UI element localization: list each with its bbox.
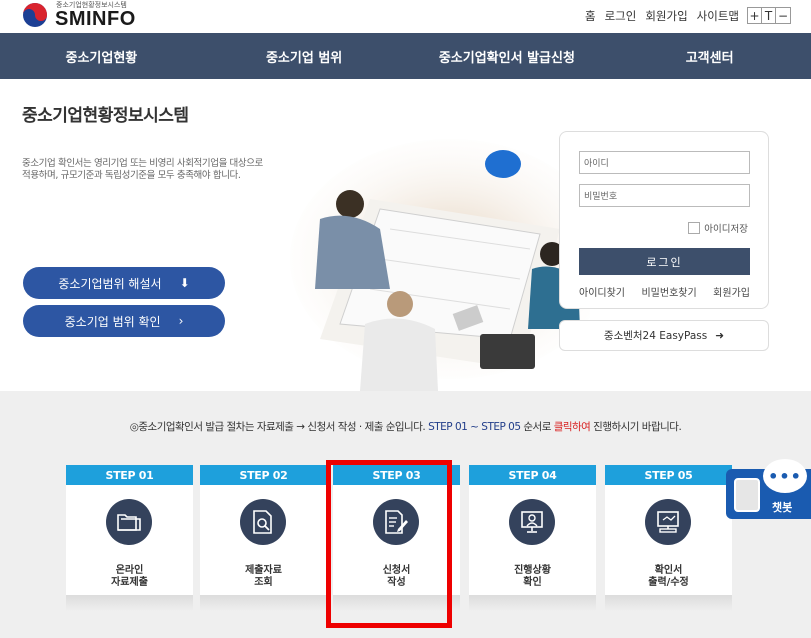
util-sitemap-link[interactable]: 사이트맵 [697,8,739,24]
step-label: 신청서 작성 [333,565,460,589]
document-search-icon [240,499,286,545]
step-shadow [605,595,732,611]
step-tag: STEP 01 [66,465,193,485]
nav-sme-status[interactable]: 중소기업현황 [0,33,203,79]
notice-suffix: 진행하시기 바랍니다. [590,421,682,433]
steps-section: ◎중소기업확인서 발급 절차는 자료제출 → 신청서 작성 · 제출 순입니다.… [0,391,811,638]
util-signup-link[interactable]: 회원가입 [645,8,687,24]
hero-description: 중소기업 확인서는 영리기업 또는 비영리 사회적기업을 대상으로 적용하며, … [22,158,263,181]
step-label-line2: 조회 [254,577,273,588]
procedure-notice: ◎중소기업확인서 발급 절차는 자료제출 → 신청서 작성 · 제출 순입니다.… [0,419,811,434]
nav-sme-scope[interactable]: 중소기업 범위 [203,33,406,79]
step-01-card[interactable]: STEP 01 온라인 자료제출 [66,465,193,595]
step-02-card[interactable]: STEP 02 제출자료 조회 [200,465,327,595]
sme-guide-download-button[interactable]: 중소기업범위 해설서 ⬇ [23,267,225,299]
login-panel: 아이디 비밀번호 아이디저장 로그인 아이디찾기 비밀번호찾기 회원가입 [559,131,769,309]
login-links: 아이디찾기 비밀번호찾기 회원가입 [579,284,750,299]
main-nav: 중소기업현황 중소기업 범위 중소기업확인서 발급신청 고객센터 [0,33,811,79]
step-label-line1: 온라인 [115,565,144,576]
easypass-button[interactable]: 중소벤처24 EasyPass ➜ [559,320,769,351]
util-home-link[interactable]: 홈 [585,8,596,24]
save-id-checkbox[interactable]: 아이디저장 [688,221,748,235]
step-04-card[interactable]: STEP 04 진행상황 확인 [469,465,596,595]
step-tag: STEP 02 [200,465,327,485]
sme-guide-label: 중소기업범위 해설서 [58,276,162,291]
monitor-user-icon [509,499,555,545]
step-shadow [333,595,460,611]
step-tag: STEP 04 [469,465,596,485]
password-placeholder: 비밀번호 [584,192,618,202]
find-password-link[interactable]: 비밀번호찾기 [641,284,696,299]
nav-certificate-apply[interactable]: 중소기업확인서 발급신청 [406,33,609,79]
font-increase-button[interactable]: + [748,8,762,23]
step-label: 진행상황 확인 [469,565,596,589]
step-label: 확인서 출력/수정 [605,565,732,589]
step-03-card[interactable]: STEP 03 신청서 작성 [333,465,460,595]
notice-text: ◎중소기업확인서 발급 절차는 자료제출 → 신청서 작성 · 제출 순입니다. [129,421,429,433]
notice-click: 클릭하여 [553,421,591,433]
step-label-line1: 신청서 [382,565,411,576]
robot-icon [734,478,760,512]
username-placeholder: 아이디 [584,159,609,169]
chat-bubble-icon: ••• [763,459,807,493]
notice-steps-ref: STEP 01 ~ STEP 05 [428,421,521,433]
login-button[interactable]: 로그인 [579,248,750,275]
step-label-line2: 확인 [523,577,542,588]
sme-scope-check-label: 중소기업 범위 확인 [64,314,161,329]
step-shadow [469,595,596,611]
document-edit-icon [373,499,419,545]
signup-link[interactable]: 회원가입 [713,284,750,299]
easypass-label: 중소벤처24 EasyPass [603,330,708,342]
font-reset-button[interactable]: T [762,8,776,23]
step-label: 온라인 자료제출 [66,565,193,589]
chatbot-button[interactable]: ••• 챗봇 [726,459,811,519]
step-label-line2: 작성 [387,577,406,588]
arrow-right-icon: ➜ [715,329,725,342]
step-shadow [200,595,327,611]
top-bar: 중소기업현황정보시스템 SMINFO 홈 로그인 회원가입 사이트맵 + T − [0,0,811,33]
step-shadow [66,595,193,611]
hero-section: 중소기업현황정보시스템 중소기업 확인서는 영리기업 또는 비영리 사회적기업을… [0,79,811,391]
utility-nav: 홈 로그인 회원가입 사이트맵 + T − [576,7,791,24]
notice-mid: 순서로 [520,421,554,433]
chatbot-label: 챗봇 [772,501,793,514]
step-label-line1: 진행상황 [514,565,551,576]
logo-text: SMINFO [55,8,136,30]
step-label-line1: 제출자료 [245,565,282,576]
password-input[interactable]: 비밀번호 [579,184,750,207]
util-login-link[interactable]: 로그인 [605,8,637,24]
step-05-card[interactable]: STEP 05 확인서 출력/수정 [605,465,732,595]
step-label: 제출자료 조회 [200,565,327,589]
folder-icon [106,499,152,545]
find-id-link[interactable]: 아이디찾기 [579,284,625,299]
chevron-right-icon: › [178,314,184,328]
step-tag: STEP 05 [605,465,732,485]
download-icon: ⬇ [179,276,190,290]
taegeuk-logo-icon [23,3,47,27]
step-label-line1: 확인서 [654,565,683,576]
checkbox-box[interactable] [688,222,701,234]
nav-customer-center[interactable]: 고객센터 [608,33,811,79]
font-decrease-button[interactable]: − [776,8,790,23]
sme-scope-check-button[interactable]: 중소기업 범위 확인 › [23,305,225,337]
step-tag: STEP 03 [333,465,460,485]
page-title: 중소기업현황정보시스템 [22,106,189,126]
meeting-illustration [290,139,590,391]
step-label-line2: 자료제출 [111,577,148,588]
step-label-line2: 출력/수정 [648,577,689,588]
save-id-label: 아이디저장 [704,224,748,235]
username-input[interactable]: 아이디 [579,151,750,174]
computer-icon [645,499,691,545]
font-size-controls: + T − [747,7,791,24]
